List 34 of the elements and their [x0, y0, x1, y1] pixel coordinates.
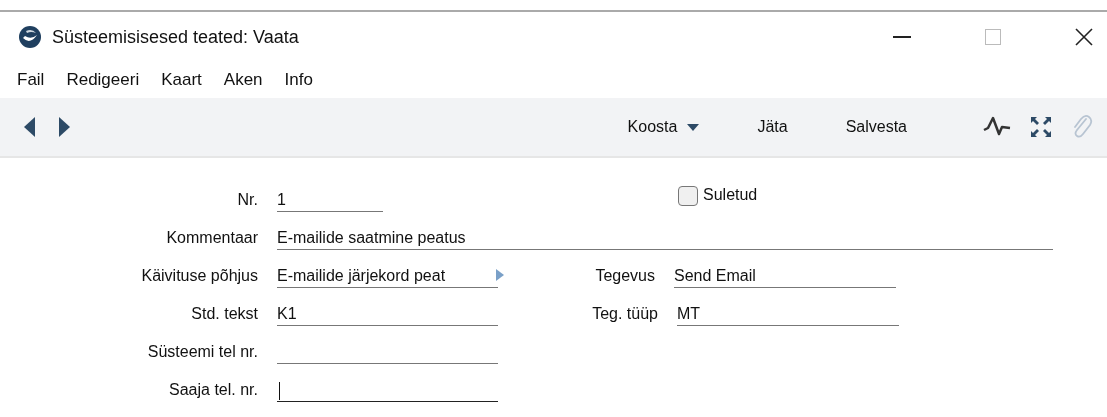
field-label: Kommentaar — [165, 229, 259, 248]
close-icon[interactable] — [1075, 28, 1093, 46]
menu-item[interactable]: Kaart — [161, 70, 202, 90]
toolbar-button[interactable]: Salvesta — [845, 114, 907, 140]
create-dropdown-button[interactable]: Koosta — [627, 114, 700, 140]
field-label: Std. tekst — [190, 305, 259, 324]
input-field[interactable]: Send Email — [674, 265, 896, 288]
field-label: Teg. tüüp — [591, 305, 659, 324]
window-title: Süsteemisisesed teated: Vaata — [52, 26, 299, 48]
comment-field[interactable]: E-mailide saatmine peatus — [277, 227, 1053, 250]
input-field[interactable] — [277, 379, 498, 402]
pulse-icon[interactable] — [983, 116, 1011, 138]
menu-item[interactable]: Aken — [223, 70, 263, 90]
paperclip-icon[interactable] — [1071, 114, 1093, 140]
app-logo-icon — [18, 25, 42, 49]
menu-item[interactable]: Fail — [17, 70, 45, 90]
previous-icon[interactable] — [24, 117, 36, 137]
caret-icon — [687, 123, 700, 131]
input-field[interactable]: MT — [677, 303, 899, 326]
number-field[interactable]: 1 — [277, 189, 383, 212]
expand-icon[interactable] — [1029, 115, 1053, 139]
checkbox-label: Suletud — [703, 186, 758, 204]
field-label: Käivituse põhjus — [140, 267, 259, 286]
menu-item[interactable]: Info — [284, 70, 313, 90]
field-label: Süsteemi tel nr. — [146, 343, 259, 362]
menu-item[interactable]: Redigeeri — [66, 70, 140, 90]
input-field[interactable]: K1 — [277, 303, 498, 326]
next-icon[interactable] — [58, 117, 70, 137]
toolbar-button[interactable]: Jäta — [757, 114, 788, 140]
field-label: Tegevus — [594, 267, 656, 286]
field-label: Saaja tel. nr. — [168, 381, 259, 400]
closed-checkbox[interactable] — [678, 186, 698, 206]
field-label: Nr. — [236, 191, 259, 210]
link-arrow-icon[interactable] — [496, 269, 504, 281]
